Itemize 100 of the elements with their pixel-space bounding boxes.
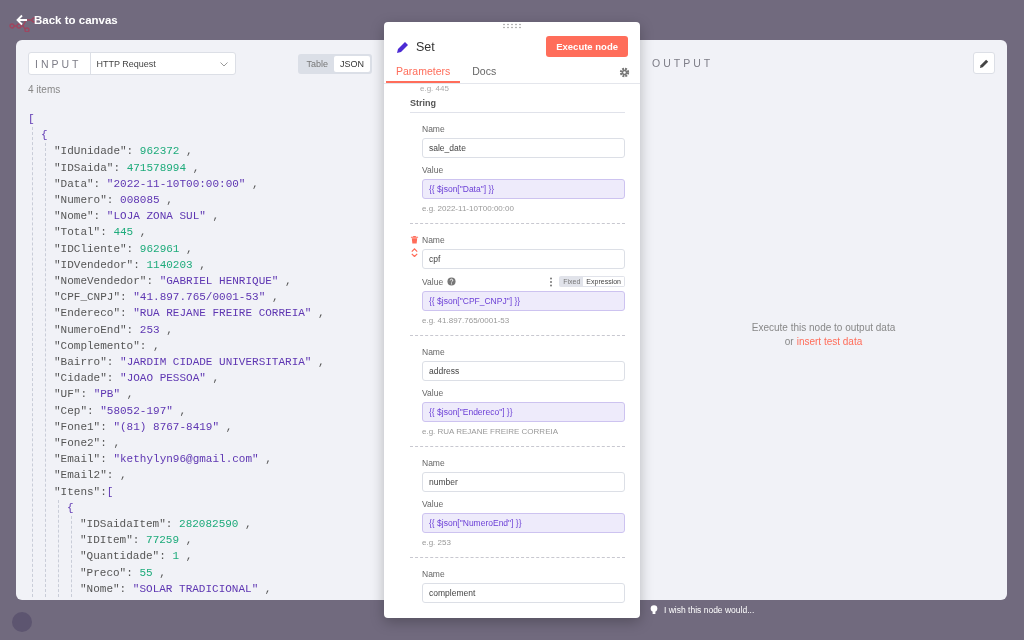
json-comma: , (185, 534, 193, 547)
json-comma: , (212, 372, 220, 385)
json-value: "LOJA ZONA SUL" (106, 210, 206, 223)
json-bracket: { (67, 501, 74, 514)
json-key: "Fone2": (54, 437, 107, 450)
expression-input[interactable]: {{ $json["NumeroEnd"] }} (422, 513, 625, 533)
json-value: "41.897.765/0001-53" (133, 291, 266, 304)
json-comma: , (166, 323, 173, 336)
json-value: 471578994 (126, 161, 187, 174)
pencil-icon (396, 39, 410, 54)
json-comma: , (186, 242, 193, 255)
field-label: Name (422, 347, 445, 357)
field-hint: e.g. 253 (422, 538, 452, 547)
json-key: "UF": (54, 388, 87, 401)
json-comma: , (166, 194, 173, 206)
json-comma: , (186, 145, 193, 158)
json-key: "IdUnidade": (54, 145, 134, 158)
name-input[interactable]: cpf (422, 249, 625, 269)
json-value: 962961 (139, 242, 180, 255)
json-value: "SOLAR TRADICIONAL" (132, 582, 259, 595)
back-link[interactable]: Back to canvas (16, 14, 118, 26)
json-value: 962372 (139, 145, 180, 158)
json-key: "Data": (54, 177, 101, 190)
arrow-left-icon (16, 14, 28, 26)
name-input[interactable]: address (422, 361, 625, 381)
name-input[interactable]: number (422, 472, 625, 492)
json-key: "Numero": (54, 194, 114, 206)
json-key: "Nome": (54, 210, 101, 223)
output-label: OUTPUT (652, 56, 714, 69)
json-key: "Email": (54, 453, 107, 466)
view-toggle[interactable]: Table (300, 55, 334, 72)
more-icon[interactable] (549, 276, 554, 287)
json-comma: , (245, 518, 252, 531)
json-bracket: [ (106, 485, 114, 498)
json-comma: , (271, 291, 279, 304)
settings-icon[interactable] (619, 66, 630, 78)
field-hint: e.g. 2022-11-10T00:00:00 (422, 204, 515, 213)
item-count: 4 items (28, 84, 62, 95)
field-label: Value (422, 499, 444, 509)
json-value: 282082590 (179, 518, 239, 531)
name-input[interactable]: sale_date (422, 138, 625, 158)
json-key: "Preco": (80, 566, 133, 579)
field-label: Name (422, 235, 445, 245)
field-hint: e.g. 445 (420, 84, 450, 94)
json-value: 1 (172, 550, 180, 563)
json-bracket: [ (28, 113, 35, 125)
json-value: "PB" (93, 388, 121, 401)
lightbulb-icon (650, 605, 658, 615)
json-value: 445 (113, 226, 134, 239)
json-key: "Nome": (80, 582, 127, 595)
field-label: Value (422, 165, 444, 175)
json-comma: , (265, 453, 272, 466)
name-input[interactable]: complement (422, 583, 625, 603)
json-comma: , (139, 226, 147, 239)
json-key: "NumeroEnd": (54, 323, 134, 336)
json-bracket: { (41, 129, 48, 142)
json-value: "GABRIEL HENRIQUE" (159, 275, 279, 288)
json-comma: , (192, 161, 200, 174)
field-hint: e.g. RUA REJANE FREIRE CORREIA (422, 427, 560, 436)
json-value: "JOAO PESSOA" (120, 372, 206, 385)
json-key: "IDSaida": (54, 161, 120, 174)
json-value: "2022-11-10T00:00:00" (106, 177, 246, 190)
move-icon[interactable] (410, 248, 419, 257)
node-title: Set (416, 39, 435, 54)
empty-message: or (784, 335, 794, 349)
expression-input[interactable]: {{ $json["Data"] }} (422, 179, 625, 199)
json-comma: , (225, 420, 233, 433)
json-key: "Endereco": (54, 307, 127, 320)
help-icon[interactable] (447, 277, 457, 286)
json-key: "IDVendedor": (54, 258, 140, 271)
edit-button[interactable] (973, 52, 995, 74)
json-value: "58052-197" (100, 404, 173, 417)
json-key: "Bairro": (54, 356, 114, 369)
json-comma: , (120, 469, 127, 482)
json-comma: , (212, 210, 220, 223)
empty-message: Execute this node to output data (751, 321, 896, 335)
json-comma: , (264, 582, 272, 595)
pencil-icon (978, 57, 990, 69)
tab[interactable]: Docs (462, 61, 507, 83)
json-comma: , (126, 388, 134, 401)
json-key: "Total": (54, 226, 107, 239)
feedback-link[interactable]: I wish this node would... (650, 605, 755, 615)
json-value: 55 (139, 566, 153, 579)
json-key: "IDSaidaItem": (80, 518, 173, 531)
json-key: "Email2": (54, 469, 114, 482)
json-key: "Cep": (54, 404, 94, 417)
json-key: "Cidade": (54, 372, 114, 385)
view-toggle[interactable]: JSON (334, 55, 370, 72)
trash-icon[interactable] (410, 235, 419, 244)
json-comma: , (252, 177, 259, 190)
field-label: Name (422, 124, 445, 134)
expression-input[interactable]: {{ $json["CPF_CNPJ"] }} (422, 291, 625, 311)
json-value: "RUA REJANE FREIRE CORREIA" (133, 307, 312, 320)
section-title: String (410, 94, 625, 113)
json-comma: , (113, 437, 121, 450)
json-value: 1140203 (146, 258, 193, 271)
json-comma: , (153, 339, 160, 352)
field-label: Name (422, 458, 445, 468)
json-key: "Itens": (54, 485, 107, 498)
expression-input[interactable]: {{ $json["Endereco"] }} (422, 402, 625, 422)
